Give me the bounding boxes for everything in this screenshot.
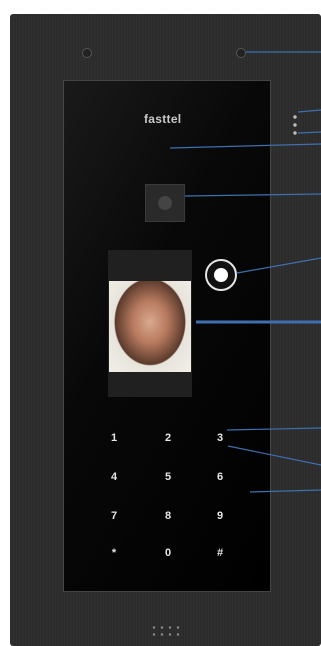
- callout-line-call-button: [236, 257, 321, 274]
- callout-line-mic-lower: [297, 131, 321, 134]
- callout-line-keypad: [226, 427, 321, 431]
- callout-line-glass: [169, 143, 321, 149]
- callout-lines: [169, 51, 321, 493]
- callout-line-front: [249, 489, 321, 493]
- callout-line-keypad-lower: [227, 445, 321, 466]
- callout-line-mic: [297, 109, 321, 113]
- callout-line-camera: [184, 193, 321, 197]
